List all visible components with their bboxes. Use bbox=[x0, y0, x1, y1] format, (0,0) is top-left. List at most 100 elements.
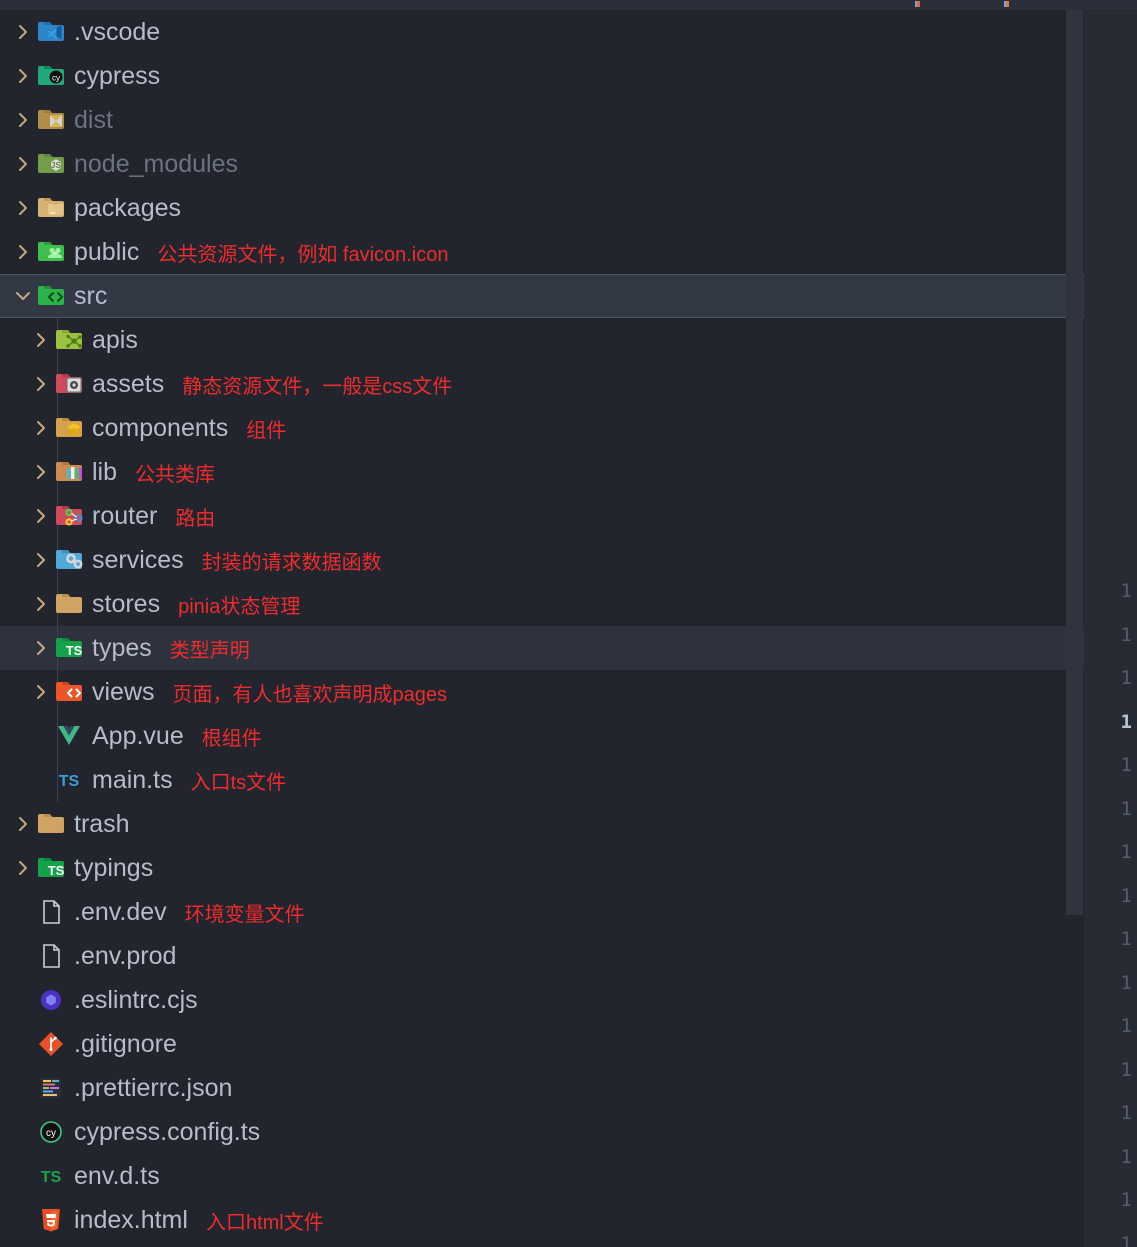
tab-indicator-1[interactable] bbox=[915, 1, 920, 7]
tree-file-row-eslintrc-cjs[interactable]: .eslintrc.cjs bbox=[0, 978, 1084, 1022]
tree-file-row-env-d-ts[interactable]: TS env.d.ts bbox=[0, 1154, 1084, 1198]
chevron-right-icon[interactable] bbox=[28, 318, 54, 362]
editor-line-number: 1 bbox=[1120, 710, 1132, 733]
tree-file-row-env-dev[interactable]: .env.dev 环境变量文件 bbox=[0, 890, 1084, 934]
editor-line-number: 1 bbox=[1120, 1189, 1132, 1211]
annotation-text: 组件 bbox=[246, 419, 287, 442]
tree-folder-row-cypress[interactable]: cy cypress bbox=[0, 54, 1084, 98]
chevron-right-icon[interactable] bbox=[10, 142, 36, 186]
annotation-text: 页面，有人也喜欢声明成pages bbox=[172, 683, 448, 706]
twisty-spacer bbox=[10, 978, 36, 1022]
cypress-folder-icon: cy bbox=[36, 61, 66, 91]
twisty-spacer bbox=[10, 890, 36, 934]
editor-line-number: 1 bbox=[1120, 580, 1132, 602]
annotation-text: 公共资源文件，例如 favicon.icon bbox=[157, 243, 449, 266]
chevron-right-icon[interactable] bbox=[28, 670, 54, 714]
editor-pane[interactable]: 11111111111111111 bbox=[1084, 10, 1137, 1247]
chevron-right-icon[interactable] bbox=[28, 626, 54, 670]
eslint-file-icon bbox=[36, 985, 66, 1015]
chevron-right-icon[interactable] bbox=[28, 406, 54, 450]
tree-file-row-gitignore[interactable]: .gitignore bbox=[0, 1022, 1084, 1066]
tree-item-label: lib bbox=[92, 457, 118, 486]
twisty-spacer bbox=[10, 1110, 36, 1154]
tree-item-label: .prettierrc.json bbox=[74, 1073, 233, 1102]
tree-folder-row-stores[interactable]: stores pinia状态管理 bbox=[0, 582, 1084, 626]
annotation-text: 封装的请求数据函数 bbox=[201, 551, 382, 574]
explorer-scrollbar-thumb[interactable] bbox=[1066, 10, 1083, 915]
tree-folder-row-views[interactable]: views 页面，有人也喜欢声明成pages bbox=[0, 670, 1084, 714]
vue-file-icon bbox=[54, 721, 84, 751]
tree-item-label: .env.prod bbox=[74, 941, 177, 970]
tree-folder-row-assets[interactable]: assets 静态资源文件，一般是css文件 bbox=[0, 362, 1084, 406]
tab-indicator-2[interactable] bbox=[1004, 1, 1009, 7]
annotation-text: 类型声明 bbox=[169, 639, 250, 662]
chevron-right-icon[interactable] bbox=[10, 802, 36, 846]
tree-folder-row-trash[interactable]: trash bbox=[0, 802, 1084, 846]
tree-folder-row-src[interactable]: src bbox=[0, 274, 1084, 318]
chevron-right-icon[interactable] bbox=[10, 846, 36, 890]
editor-line-number: 1 bbox=[1120, 667, 1132, 689]
api-folder-icon bbox=[54, 325, 84, 355]
annotation-text: 根组件 bbox=[201, 727, 262, 750]
services-folder-icon bbox=[54, 545, 84, 575]
git-file-icon bbox=[36, 1029, 66, 1059]
tree-folder-row-lib[interactable]: lib 公共类库 bbox=[0, 450, 1084, 494]
annotation-text: 入口ts文件 bbox=[190, 771, 287, 794]
tree-folder-row-packages[interactable]: packages bbox=[0, 186, 1084, 230]
tree-folder-row-dist[interactable]: dist bbox=[0, 98, 1084, 142]
tree-folder-row-types[interactable]: TS types 类型声明 bbox=[0, 626, 1084, 670]
tree-folder-row-node-modules[interactable]: JS node_modules bbox=[0, 142, 1084, 186]
tree-file-row-prettierrc-json[interactable]: .prettierrc.json bbox=[0, 1066, 1084, 1110]
chevron-right-icon[interactable] bbox=[28, 494, 54, 538]
chevron-right-icon[interactable] bbox=[28, 582, 54, 626]
editor-line-number: 1 bbox=[1120, 928, 1132, 950]
tree-folder-row-components[interactable]: components 组件 bbox=[0, 406, 1084, 450]
tree-file-row-index-html[interactable]: index.html 入口html文件 bbox=[0, 1198, 1084, 1242]
tree-item-label: src bbox=[74, 281, 108, 310]
tree-folder-row-apis[interactable]: apis bbox=[0, 318, 1084, 362]
src-folder-icon bbox=[36, 281, 66, 311]
tree-folder-row-vscode[interactable]: .vscode bbox=[0, 10, 1084, 54]
vscode-folder-icon bbox=[36, 17, 66, 47]
tree-file-row-app-vue[interactable]: App.vue 根组件 bbox=[0, 714, 1084, 758]
annotation-text: 环境变量文件 bbox=[184, 903, 305, 926]
tree-folder-row-services[interactable]: services 封装的请求数据函数 bbox=[0, 538, 1084, 582]
chevron-right-icon[interactable] bbox=[10, 10, 36, 54]
explorer-scrollbar-track[interactable] bbox=[1066, 10, 1083, 1247]
tree-folder-row-router[interactable]: router 路由 bbox=[0, 494, 1084, 538]
svg-text:TS: TS bbox=[59, 773, 80, 790]
tree-folder-row-typings[interactable]: TS typings bbox=[0, 846, 1084, 890]
tree-file-row-main-ts[interactable]: TS main.ts 入口ts文件 bbox=[0, 758, 1084, 802]
tree-file-row-env-prod[interactable]: .env.prod bbox=[0, 934, 1084, 978]
file-explorer-tree[interactable]: .vscode cy cypress dist JS node_modules packag… bbox=[0, 10, 1084, 1247]
chevron-right-icon[interactable] bbox=[10, 186, 36, 230]
editor-line-number: 1 bbox=[1120, 1145, 1132, 1168]
tree-folder-row-public[interactable]: public 公共资源文件，例如 favicon.icon bbox=[0, 230, 1084, 274]
tree-item-label: router bbox=[92, 501, 158, 530]
tree-item-label: typings bbox=[74, 853, 154, 882]
chevron-right-icon[interactable] bbox=[28, 450, 54, 494]
tree-item-label: trash bbox=[74, 809, 130, 838]
chevron-right-icon[interactable] bbox=[10, 54, 36, 98]
prettier-file-icon bbox=[36, 1073, 66, 1103]
chevron-down-icon[interactable] bbox=[10, 274, 36, 318]
twisty-spacer bbox=[10, 934, 36, 978]
editor-line-number: 1 bbox=[1120, 1232, 1132, 1247]
tree-item-label: index.html bbox=[74, 1205, 188, 1234]
twisty-spacer bbox=[10, 1154, 36, 1198]
annotation-text: pinia状态管理 bbox=[178, 595, 301, 618]
chevron-right-icon[interactable] bbox=[10, 98, 36, 142]
annotation-text: 路由 bbox=[175, 507, 216, 530]
chevron-right-icon[interactable] bbox=[28, 538, 54, 582]
tab-bar-strip bbox=[0, 0, 1137, 10]
chevron-right-icon[interactable] bbox=[28, 362, 54, 406]
typescript-folder-icon: TS bbox=[54, 633, 84, 663]
tree-file-row-cypress-config-ts[interactable]: cy cypress.config.ts bbox=[0, 1110, 1084, 1154]
public-folder-icon bbox=[36, 237, 66, 267]
tree-item-label: .vscode bbox=[74, 17, 161, 46]
chevron-right-icon[interactable] bbox=[10, 230, 36, 274]
editor-line-number: 1 bbox=[1120, 754, 1132, 776]
svg-text:TS: TS bbox=[66, 643, 83, 658]
tree-item-label: dist bbox=[74, 105, 113, 134]
vscode-window: 11111111111111111 .vscodecycypressdistJS… bbox=[0, 0, 1137, 1247]
